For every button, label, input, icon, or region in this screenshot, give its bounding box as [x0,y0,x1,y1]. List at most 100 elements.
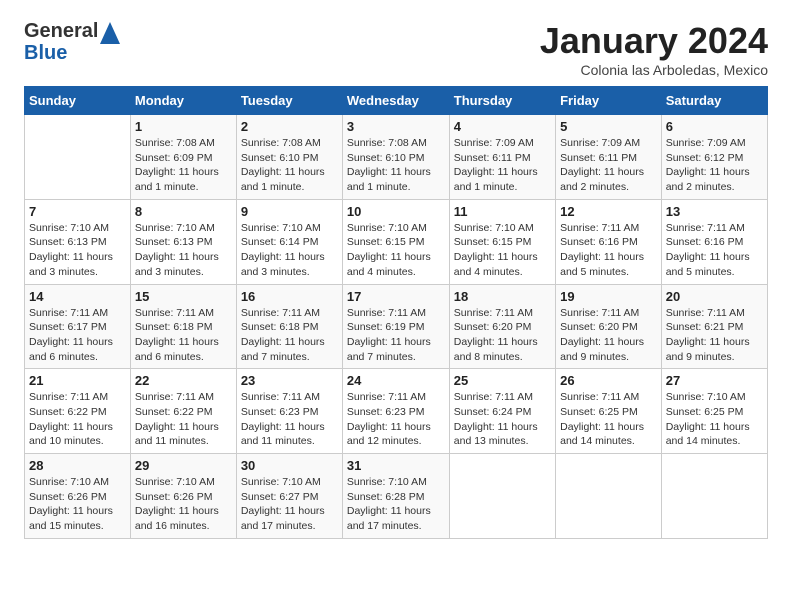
calendar-cell [449,454,555,539]
calendar-cell [25,115,131,200]
cell-daylight-info: Sunrise: 7:11 AM Sunset: 6:23 PM Dayligh… [347,390,445,449]
cell-daylight-info: Sunrise: 7:10 AM Sunset: 6:13 PM Dayligh… [135,221,232,280]
cell-day-number: 2 [241,119,338,134]
calendar-cell: 15 Sunrise: 7:11 AM Sunset: 6:18 PM Dayli… [130,284,236,369]
calendar-cell [661,454,767,539]
weekday-header: Thursday [449,87,555,115]
cell-daylight-info: Sunrise: 7:11 AM Sunset: 6:18 PM Dayligh… [135,306,232,365]
cell-day-number: 23 [241,373,338,388]
calendar-week-row: 28 Sunrise: 7:10 AM Sunset: 6:26 PM Dayli… [25,454,768,539]
cell-daylight-info: Sunrise: 7:11 AM Sunset: 6:20 PM Dayligh… [560,306,657,365]
location: Colonia las Arboledas, Mexico [540,62,768,78]
calendar-cell: 2 Sunrise: 7:08 AM Sunset: 6:10 PM Daylig… [236,115,342,200]
cell-day-number: 26 [560,373,657,388]
cell-day-number: 25 [454,373,551,388]
weekday-header: Wednesday [342,87,449,115]
calendar-week-row: 14 Sunrise: 7:11 AM Sunset: 6:17 PM Dayli… [25,284,768,369]
logo-icon [100,22,120,44]
calendar-cell: 21 Sunrise: 7:11 AM Sunset: 6:22 PM Dayli… [25,369,131,454]
cell-daylight-info: Sunrise: 7:11 AM Sunset: 6:24 PM Dayligh… [454,390,551,449]
cell-day-number: 27 [666,373,763,388]
cell-daylight-info: Sunrise: 7:08 AM Sunset: 6:10 PM Dayligh… [347,136,445,195]
cell-daylight-info: Sunrise: 7:08 AM Sunset: 6:09 PM Dayligh… [135,136,232,195]
cell-day-number: 30 [241,458,338,473]
cell-day-number: 29 [135,458,232,473]
calendar-cell: 17 Sunrise: 7:11 AM Sunset: 6:19 PM Dayli… [342,284,449,369]
calendar-cell: 1 Sunrise: 7:08 AM Sunset: 6:09 PM Daylig… [130,115,236,200]
cell-day-number: 17 [347,289,445,304]
cell-daylight-info: Sunrise: 7:11 AM Sunset: 6:21 PM Dayligh… [666,306,763,365]
cell-daylight-info: Sunrise: 7:10 AM Sunset: 6:26 PM Dayligh… [29,475,126,534]
calendar-week-row: 7 Sunrise: 7:10 AM Sunset: 6:13 PM Daylig… [25,199,768,284]
weekday-header: Tuesday [236,87,342,115]
cell-daylight-info: Sunrise: 7:11 AM Sunset: 6:19 PM Dayligh… [347,306,445,365]
cell-daylight-info: Sunrise: 7:09 AM Sunset: 6:11 PM Dayligh… [560,136,657,195]
cell-day-number: 9 [241,204,338,219]
calendar-cell: 14 Sunrise: 7:11 AM Sunset: 6:17 PM Dayli… [25,284,131,369]
calendar-cell: 27 Sunrise: 7:10 AM Sunset: 6:25 PM Dayli… [661,369,767,454]
calendar-cell: 10 Sunrise: 7:10 AM Sunset: 6:15 PM Dayli… [342,199,449,284]
cell-day-number: 11 [454,204,551,219]
cell-daylight-info: Sunrise: 7:09 AM Sunset: 6:11 PM Dayligh… [454,136,551,195]
cell-day-number: 15 [135,289,232,304]
calendar-header-row: SundayMondayTuesdayWednesdayThursdayFrid… [25,87,768,115]
cell-daylight-info: Sunrise: 7:11 AM Sunset: 6:25 PM Dayligh… [560,390,657,449]
calendar-cell: 12Sunrise: 7:11 AM Sunset: 6:16 PM Dayli… [556,199,662,284]
cell-daylight-info: Sunrise: 7:11 AM Sunset: 6:20 PM Dayligh… [454,306,551,365]
cell-daylight-info: Sunrise: 7:10 AM Sunset: 6:14 PM Dayligh… [241,221,338,280]
calendar-cell: 28 Sunrise: 7:10 AM Sunset: 6:26 PM Dayli… [25,454,131,539]
calendar-week-row: 1 Sunrise: 7:08 AM Sunset: 6:09 PM Daylig… [25,115,768,200]
weekday-header: Monday [130,87,236,115]
calendar-table: SundayMondayTuesdayWednesdayThursdayFrid… [24,86,768,539]
cell-day-number: 3 [347,119,445,134]
calendar-cell: 22 Sunrise: 7:11 AM Sunset: 6:22 PM Dayli… [130,369,236,454]
calendar-cell: 19Sunrise: 7:11 AM Sunset: 6:20 PM Dayli… [556,284,662,369]
cell-day-number: 5 [560,119,657,134]
cell-daylight-info: Sunrise: 7:11 AM Sunset: 6:22 PM Dayligh… [135,390,232,449]
cell-daylight-info: Sunrise: 7:11 AM Sunset: 6:16 PM Dayligh… [560,221,657,280]
cell-day-number: 7 [29,204,126,219]
calendar-cell: 6Sunrise: 7:09 AM Sunset: 6:12 PM Daylig… [661,115,767,200]
calendar-cell: 7Sunrise: 7:10 AM Sunset: 6:13 PM Daylig… [25,199,131,284]
weekday-header: Friday [556,87,662,115]
cell-day-number: 18 [454,289,551,304]
cell-day-number: 16 [241,289,338,304]
cell-day-number: 13 [666,204,763,219]
cell-day-number: 22 [135,373,232,388]
cell-day-number: 21 [29,373,126,388]
cell-daylight-info: Sunrise: 7:10 AM Sunset: 6:28 PM Dayligh… [347,475,445,534]
calendar-cell: 29 Sunrise: 7:10 AM Sunset: 6:26 PM Dayli… [130,454,236,539]
calendar-cell: 13Sunrise: 7:11 AM Sunset: 6:16 PM Dayli… [661,199,767,284]
logo-text: General Blue [24,20,98,64]
calendar-cell: 18 Sunrise: 7:11 AM Sunset: 6:20 PM Dayli… [449,284,555,369]
cell-daylight-info: Sunrise: 7:11 AM Sunset: 6:22 PM Dayligh… [29,390,126,449]
calendar-cell: 16Sunrise: 7:11 AM Sunset: 6:18 PM Dayli… [236,284,342,369]
cell-daylight-info: Sunrise: 7:10 AM Sunset: 6:26 PM Dayligh… [135,475,232,534]
cell-day-number: 10 [347,204,445,219]
cell-day-number: 8 [135,204,232,219]
cell-day-number: 24 [347,373,445,388]
calendar-cell: 23 Sunrise: 7:11 AM Sunset: 6:23 PM Dayli… [236,369,342,454]
cell-daylight-info: Sunrise: 7:11 AM Sunset: 6:17 PM Dayligh… [29,306,126,365]
logo-general: General [24,20,98,42]
calendar-cell: 25 Sunrise: 7:11 AM Sunset: 6:24 PM Dayli… [449,369,555,454]
cell-daylight-info: Sunrise: 7:09 AM Sunset: 6:12 PM Dayligh… [666,136,763,195]
cell-day-number: 1 [135,119,232,134]
calendar-cell: 31 Sunrise: 7:10 AM Sunset: 6:28 PM Dayli… [342,454,449,539]
cell-daylight-info: Sunrise: 7:10 AM Sunset: 6:25 PM Dayligh… [666,390,763,449]
calendar-cell: 11Sunrise: 7:10 AM Sunset: 6:15 PM Dayli… [449,199,555,284]
calendar-cell: 30Sunrise: 7:10 AM Sunset: 6:27 PM Dayli… [236,454,342,539]
cell-day-number: 31 [347,458,445,473]
logo-blue: Blue [24,42,98,64]
calendar-week-row: 21 Sunrise: 7:11 AM Sunset: 6:22 PM Dayli… [25,369,768,454]
calendar-cell: 8 Sunrise: 7:10 AM Sunset: 6:13 PM Daylig… [130,199,236,284]
cell-day-number: 28 [29,458,126,473]
calendar-cell: 20 Sunrise: 7:11 AM Sunset: 6:21 PM Dayli… [661,284,767,369]
title-area: January 2024 Colonia las Arboledas, Mexi… [540,20,768,78]
cell-day-number: 20 [666,289,763,304]
calendar-cell: 5 Sunrise: 7:09 AM Sunset: 6:11 PM Daylig… [556,115,662,200]
cell-daylight-info: Sunrise: 7:11 AM Sunset: 6:23 PM Dayligh… [241,390,338,449]
cell-daylight-info: Sunrise: 7:08 AM Sunset: 6:10 PM Dayligh… [241,136,338,195]
cell-daylight-info: Sunrise: 7:10 AM Sunset: 6:15 PM Dayligh… [347,221,445,280]
cell-day-number: 14 [29,289,126,304]
